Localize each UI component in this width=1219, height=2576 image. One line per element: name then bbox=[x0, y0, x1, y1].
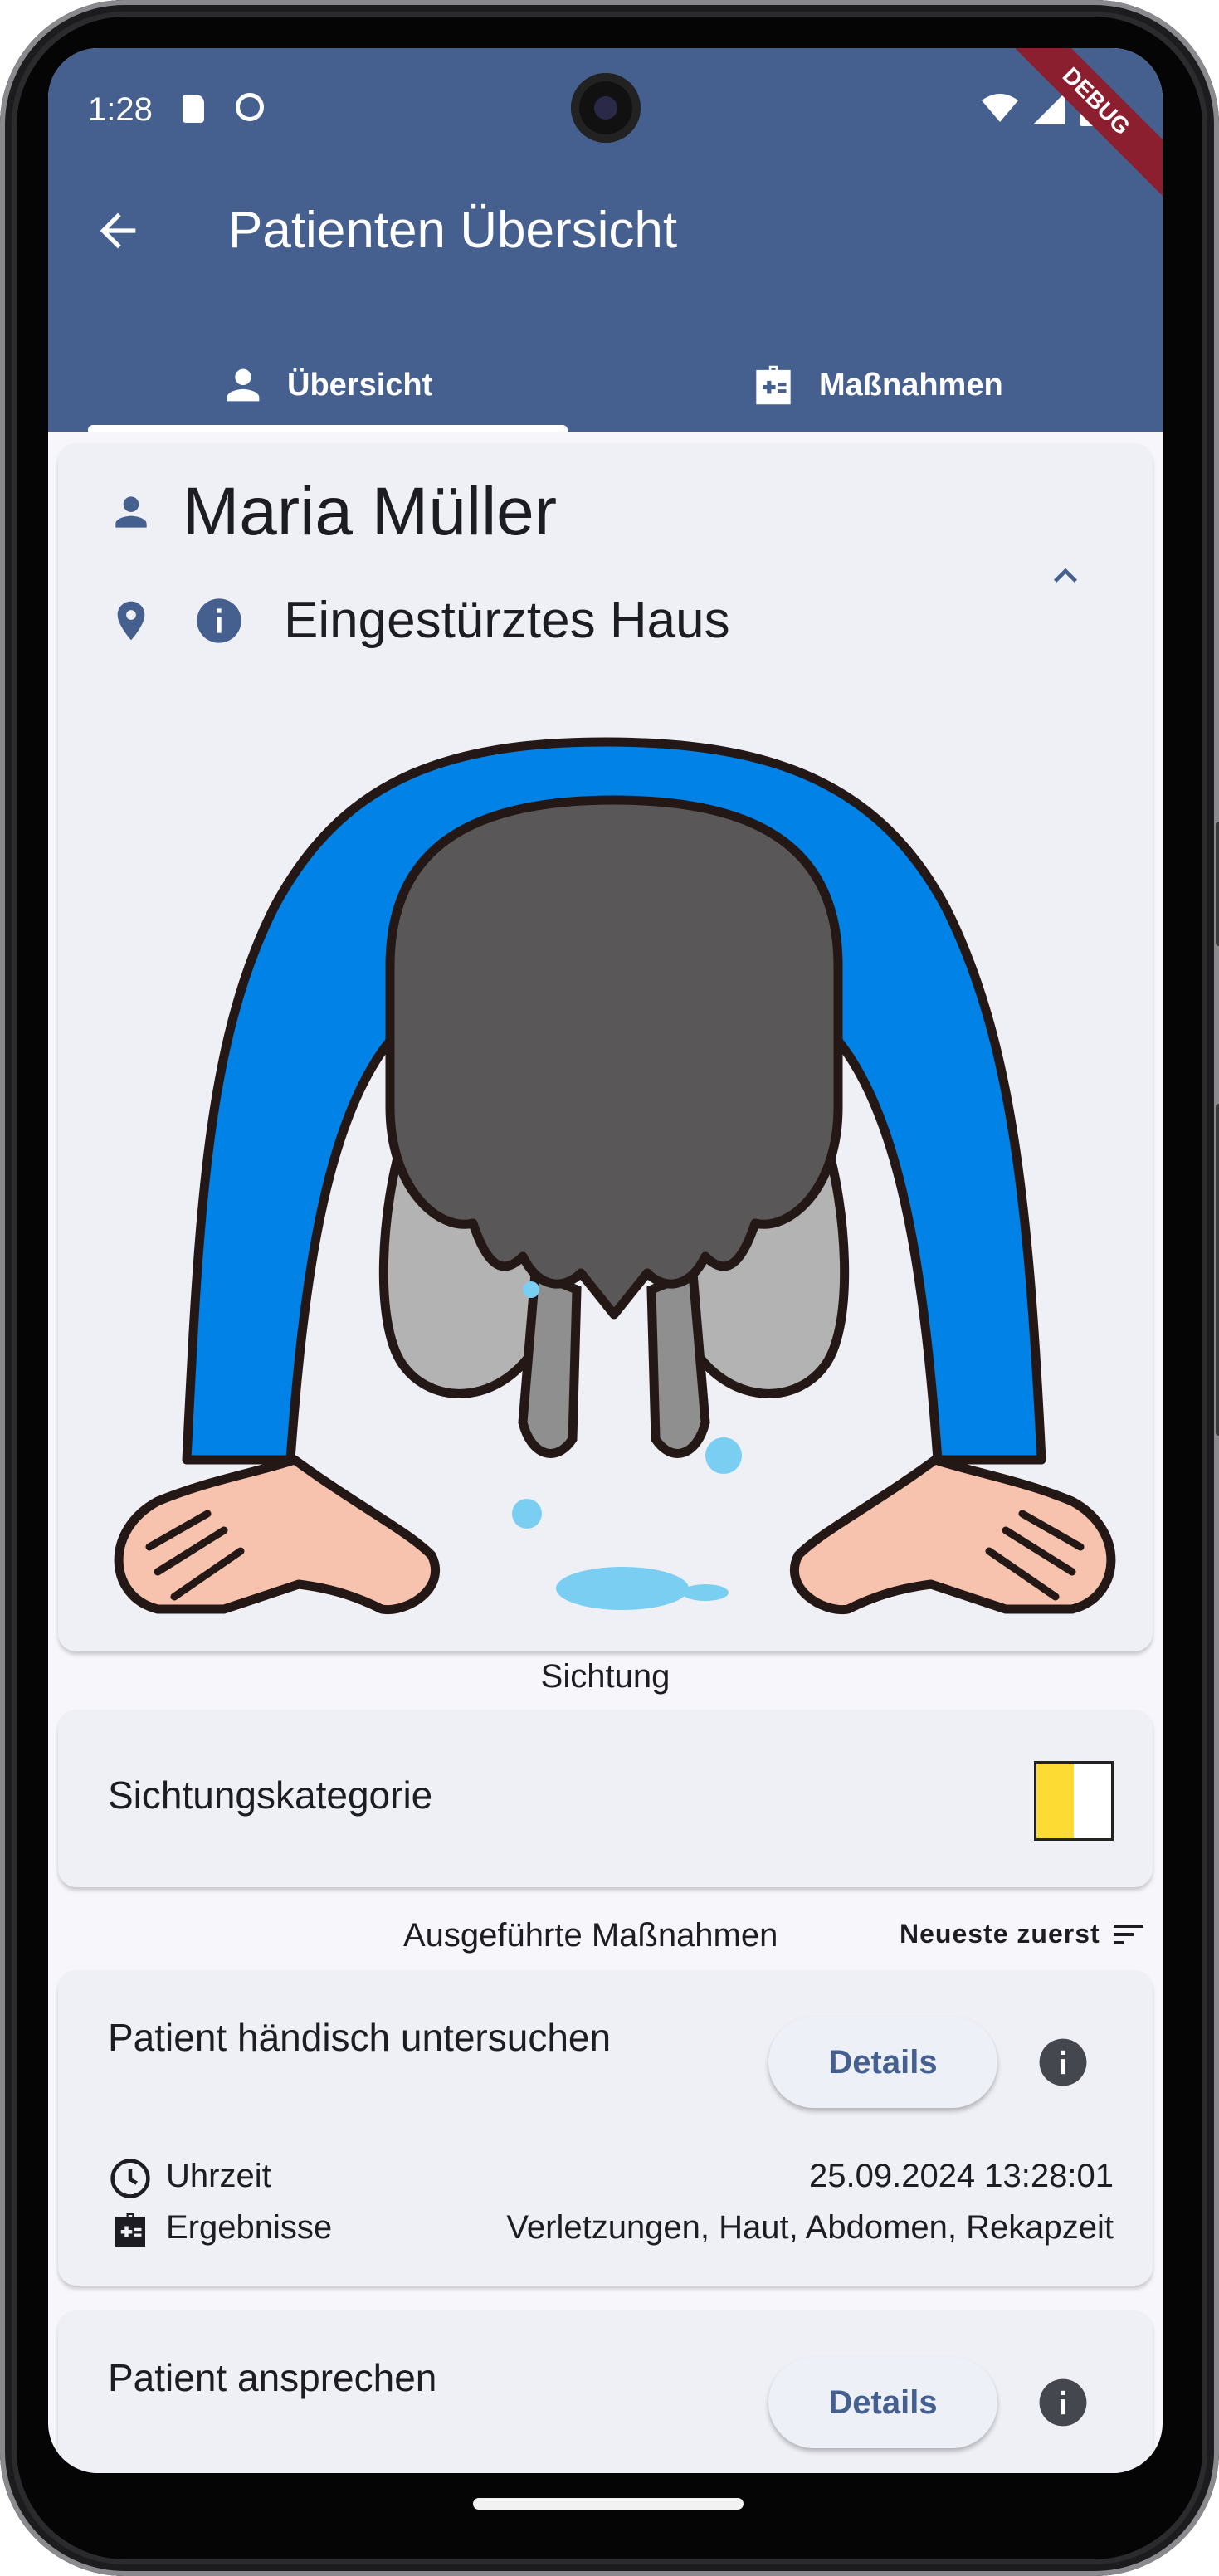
measure-title: Patient händisch untersuchen bbox=[108, 2016, 612, 2059]
person-icon bbox=[115, 496, 147, 528]
chevron-up-icon[interactable] bbox=[1042, 553, 1089, 599]
patient-name-row: Maria Müller bbox=[108, 473, 557, 551]
home-indicator[interactable] bbox=[473, 2498, 744, 2510]
tab-overview-label: Übersicht bbox=[287, 367, 433, 402]
sort-label: Neueste zuerst bbox=[900, 1919, 1100, 1949]
category-color-yellow bbox=[1036, 1764, 1074, 1838]
info-icon[interactable] bbox=[1037, 2037, 1089, 2088]
sd-card-icon bbox=[183, 95, 204, 123]
volume-button bbox=[1216, 822, 1219, 946]
tab-overview[interactable]: Übersicht bbox=[219, 339, 432, 432]
side-button bbox=[1216, 1104, 1219, 1436]
patient-card[interactable]: Maria Müller Eingestürztes Haus bbox=[58, 443, 1153, 1651]
app-bar: 1:28 DEBUG Patienten Übersicht Übersicht bbox=[48, 48, 1163, 432]
details-button[interactable]: Details bbox=[768, 2357, 997, 2448]
wifi-icon bbox=[982, 94, 1018, 122]
sighting-section-label: Sichtung bbox=[540, 1658, 670, 1695]
sighting-category-swatch bbox=[1034, 1761, 1114, 1841]
signal-icon bbox=[1033, 93, 1065, 124]
tab-bar: Übersicht Maßnahmen bbox=[48, 339, 1163, 432]
medical-kit-icon bbox=[115, 2213, 145, 2247]
time-label: Uhrzeit bbox=[166, 2158, 271, 2194]
details-button[interactable]: Details bbox=[768, 2017, 997, 2108]
tab-measures-label: Maßnahmen bbox=[819, 367, 1003, 402]
front-camera bbox=[571, 73, 641, 143]
clock-icon bbox=[110, 2159, 150, 2198]
sighting-category-card[interactable]: Sichtungskategorie bbox=[58, 1710, 1153, 1887]
back-arrow-icon[interactable] bbox=[91, 204, 144, 257]
sort-button[interactable]: Neueste zuerst bbox=[900, 1919, 1143, 1949]
medical-kit-icon bbox=[756, 365, 791, 405]
page-title: Patienten Übersicht bbox=[228, 202, 678, 259]
status-time: 1:28 bbox=[88, 91, 153, 128]
category-color-white bbox=[1074, 1764, 1111, 1838]
measures-section-label: Ausgeführte Maßnahmen bbox=[403, 1917, 778, 1954]
measure-time-row: Uhrzeit 25.09.2024 13:28:01 bbox=[108, 2154, 1114, 2203]
location-pin-icon bbox=[117, 601, 145, 640]
patient-location-row: Eingestürztes Haus bbox=[108, 591, 730, 650]
info-icon[interactable] bbox=[193, 594, 246, 647]
sighting-category-label: Sichtungskategorie bbox=[108, 1773, 433, 1817]
patient-name: Maria Müller bbox=[183, 474, 558, 549]
tab-indicator bbox=[88, 425, 568, 432]
toolbar: Patienten Übersicht bbox=[48, 181, 1163, 281]
notification-icon bbox=[236, 93, 264, 121]
measure-card[interactable]: Patient händisch untersuchen Details Uhr… bbox=[58, 1970, 1153, 2286]
measure-title: Patient ansprechen bbox=[108, 2356, 437, 2399]
patient-illustration bbox=[114, 737, 1116, 1615]
measure-results-row: Ergebnisse Verletzungen, Haut, Abdomen, … bbox=[108, 2206, 1114, 2254]
info-icon[interactable] bbox=[1037, 2377, 1089, 2428]
sort-icon bbox=[1113, 1924, 1143, 1944]
measure-card[interactable]: Patient ansprechen Details bbox=[58, 2310, 1153, 2473]
patient-location: Eingestürztes Haus bbox=[284, 592, 730, 649]
time-value: 25.09.2024 13:28:01 bbox=[808, 2158, 1114, 2194]
results-label: Ergebnisse bbox=[166, 2209, 333, 2246]
screen: 1:28 DEBUG Patienten Übersicht Übersicht bbox=[48, 48, 1163, 2473]
results-value: Verletzungen, Haut, Abdomen, Rekapzeit bbox=[506, 2209, 1114, 2246]
person-icon bbox=[227, 368, 260, 402]
tab-measures[interactable]: Maßnahmen bbox=[748, 339, 1003, 432]
